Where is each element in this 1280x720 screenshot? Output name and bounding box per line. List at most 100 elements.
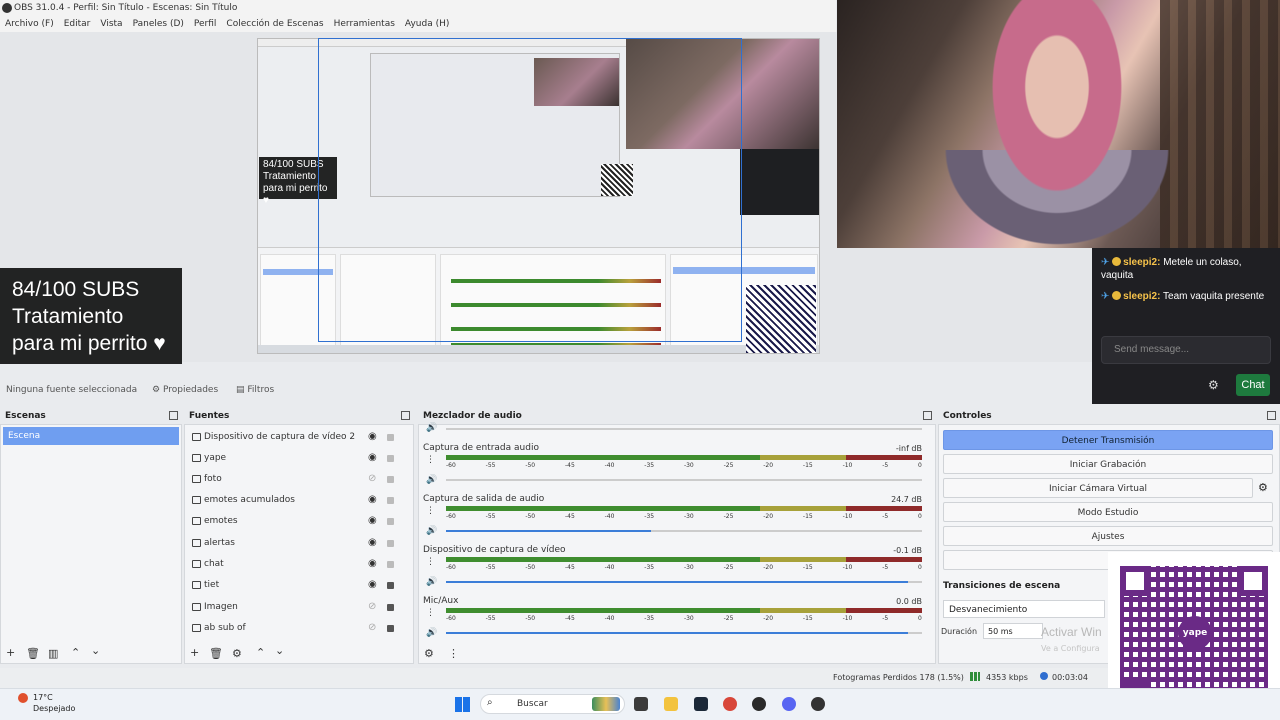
visibility-eye-icon[interactable]: ◉ xyxy=(368,448,377,468)
volume-icon[interactable]: 🔊 xyxy=(426,423,437,433)
scene-filters-icon[interactable]: ▥ xyxy=(48,647,58,660)
lock-icon[interactable] xyxy=(387,540,394,547)
volume-icon[interactable]: 🔊 xyxy=(426,577,437,587)
dropped-frames-label: Fotogramas Perdidos 178 (1.5%) xyxy=(833,673,964,682)
scene-item[interactable]: Escena xyxy=(3,427,179,445)
volume-fader-track[interactable] xyxy=(446,479,922,481)
stop-streaming-button[interactable]: Detener Transmisión xyxy=(943,430,1273,450)
source-selection-bounds[interactable] xyxy=(318,38,742,342)
undock-icon[interactable] xyxy=(923,411,932,420)
volume-icon[interactable]: 🔊 xyxy=(426,526,437,536)
visibility-eye-icon[interactable]: ◉ xyxy=(368,511,377,531)
volume-fader-fill[interactable] xyxy=(446,632,908,634)
steam-icon[interactable] xyxy=(694,697,708,711)
start-virtual-camera-button[interactable]: Iniciar Cámara Virtual xyxy=(943,478,1253,498)
chat-send-button[interactable]: Chat xyxy=(1236,374,1270,396)
visibility-eye-icon[interactable]: ◉ xyxy=(368,575,377,595)
chat-username[interactable]: sleepi2: xyxy=(1123,291,1160,302)
lock-icon[interactable] xyxy=(387,476,394,483)
add-source-button[interactable]: + xyxy=(190,646,199,659)
filters-button[interactable]: ▤ Filtros xyxy=(236,378,274,402)
menu-archivo[interactable]: Archivo (F) xyxy=(5,16,54,32)
virtual-camera-settings-gear-icon[interactable]: ⚙ xyxy=(1258,481,1268,494)
chat-message: ✈ sleepi2: Metele un colaso, vaquita xyxy=(1101,256,1273,282)
start-recording-button[interactable]: Iniciar Grabación xyxy=(943,454,1273,474)
app-icon[interactable] xyxy=(811,697,825,711)
menu-paneles[interactable]: Paneles (D) xyxy=(133,16,184,32)
settings-button[interactable]: Ajustes xyxy=(943,526,1273,546)
mixer-scale-tick: -15 xyxy=(802,513,813,520)
channel-menu-dots-icon[interactable]: ⋮ xyxy=(426,608,435,618)
source-properties-gear-icon[interactable]: ⚙ xyxy=(232,647,242,660)
studio-mode-button[interactable]: Modo Estudio xyxy=(943,502,1273,522)
volume-icon[interactable]: 🔊 xyxy=(426,475,437,485)
move-scene-up-chevron-icon[interactable]: ⌃ xyxy=(71,646,80,659)
move-source-up-chevron-icon[interactable]: ⌃ xyxy=(256,646,265,659)
mixer-scale-tick: -30 xyxy=(683,462,694,469)
menu-coleccion-escenas[interactable]: Colección de Escenas xyxy=(226,16,323,32)
lock-icon[interactable] xyxy=(387,497,394,504)
volume-icon[interactable]: 🔊 xyxy=(426,628,437,638)
source-item[interactable]: foto ⊘ xyxy=(186,469,400,489)
menu-vista[interactable]: Vista xyxy=(100,16,122,32)
menu-herramientas[interactable]: Herramientas xyxy=(334,16,395,32)
transition-select[interactable]: Desvanecimiento xyxy=(943,600,1105,618)
source-item[interactable]: emotes ◉ xyxy=(186,511,400,531)
chrome-icon[interactable] xyxy=(723,697,737,711)
channel-menu-dots-icon[interactable]: ⋮ xyxy=(426,506,435,516)
visibility-eye-icon[interactable]: ⊘ xyxy=(368,618,376,638)
move-source-down-chevron-icon[interactable]: ⌄ xyxy=(275,644,284,657)
windows-start-icon[interactable] xyxy=(455,697,470,712)
channel-menu-dots-icon[interactable]: ⋮ xyxy=(426,557,435,567)
mixer-master-track[interactable] xyxy=(446,428,922,430)
visibility-eye-icon[interactable]: ◉ xyxy=(368,427,377,447)
lock-icon[interactable] xyxy=(387,561,394,568)
lock-icon[interactable] xyxy=(387,434,394,441)
mixer-advanced-settings-icon[interactable]: ⚙ xyxy=(424,647,434,660)
mixer-menu-dots-icon[interactable]: ⋮ xyxy=(448,647,459,660)
weather-temp[interactable]: 17°C xyxy=(33,693,53,702)
source-item[interactable]: chat ◉ xyxy=(186,554,400,574)
lock-icon[interactable] xyxy=(387,455,394,462)
chat-message-input[interactable]: Send message... xyxy=(1101,336,1271,364)
volume-fader-fill[interactable] xyxy=(446,530,651,532)
remove-source-trash-icon[interactable]: 🗑 xyxy=(209,647,223,660)
properties-button[interactable]: ⚙ Propiedades xyxy=(152,378,218,402)
undock-icon[interactable] xyxy=(1267,411,1276,420)
move-scene-down-chevron-icon[interactable]: ⌄ xyxy=(91,644,100,657)
visibility-eye-icon[interactable]: ◉ xyxy=(368,490,377,510)
chat-username[interactable]: sleepi2: xyxy=(1123,257,1160,268)
source-item[interactable]: yape ◉ xyxy=(186,448,400,468)
visibility-eye-icon[interactable]: ⊘ xyxy=(368,469,376,489)
source-item[interactable]: alertas ◉ xyxy=(186,533,400,553)
source-item[interactable]: Dispositivo de captura de vídeo 2 ◉ xyxy=(186,427,400,447)
visibility-eye-icon[interactable]: ⊘ xyxy=(368,597,376,617)
lock-icon[interactable] xyxy=(387,518,394,525)
undock-icon[interactable] xyxy=(401,411,410,420)
volume-fader-fill[interactable] xyxy=(446,581,908,583)
source-item[interactable]: Imagen ⊘ xyxy=(186,597,400,617)
source-item[interactable]: emotes acumulados ◉ xyxy=(186,490,400,510)
file-explorer-icon[interactable] xyxy=(664,697,678,711)
properties-label: Propiedades xyxy=(162,385,219,395)
lock-icon[interactable] xyxy=(387,582,394,589)
visibility-eye-icon[interactable]: ◉ xyxy=(368,554,377,574)
menu-ayuda[interactable]: Ayuda (H) xyxy=(405,16,449,32)
lock-icon[interactable] xyxy=(387,604,394,611)
remove-scene-trash-icon[interactable]: 🗑 xyxy=(26,647,40,660)
chat-settings-gear-icon[interactable]: ⚙ xyxy=(1208,378,1219,392)
menu-perfil[interactable]: Perfil xyxy=(194,16,217,32)
weather-icon xyxy=(18,693,28,703)
source-item[interactable]: ab sub of ⊘ xyxy=(186,618,400,638)
channel-menu-dots-icon[interactable]: ⋮ xyxy=(426,455,435,465)
menu-editar[interactable]: Editar xyxy=(64,16,91,32)
task-view-icon[interactable] xyxy=(634,697,648,711)
duration-input[interactable]: 50 ms xyxy=(983,623,1043,639)
visibility-eye-icon[interactable]: ◉ xyxy=(368,533,377,553)
undock-icon[interactable] xyxy=(169,411,178,420)
add-scene-button[interactable]: + xyxy=(6,646,15,659)
obs-taskbar-icon[interactable] xyxy=(752,697,766,711)
source-item[interactable]: tiet ◉ xyxy=(186,575,400,595)
lock-icon[interactable] xyxy=(387,625,394,632)
discord-icon[interactable] xyxy=(782,697,796,711)
